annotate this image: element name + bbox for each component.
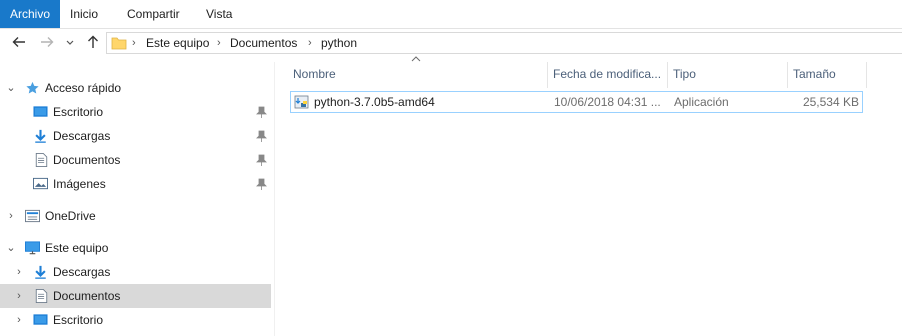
tab-inicio[interactable]: Inicio: [70, 0, 98, 28]
sidebar-item-label: Imágenes: [53, 177, 106, 191]
chevron-down-icon[interactable]: ⌄: [6, 236, 16, 260]
arrow-right-icon: [41, 37, 54, 47]
breadcrumb-separator-icon: ›: [217, 37, 221, 49]
sidebar-item-label: OneDrive: [45, 209, 96, 223]
desktop-icon: [33, 314, 48, 325]
column-header-nombre[interactable]: Nombre: [288, 62, 548, 88]
computer-icon: [25, 241, 40, 255]
sidebar-item-imagenes[interactable]: Imágenes: [0, 172, 271, 196]
pin-icon: [256, 178, 267, 190]
sidebar-item-escritorio[interactable]: Escritorio: [0, 100, 271, 124]
breadcrumb-python[interactable]: python: [321, 33, 357, 55]
sidebar-item-documentos[interactable]: Documentos: [0, 148, 271, 172]
column-header-tipo[interactable]: Tipo: [668, 62, 788, 88]
documents-icon: [35, 153, 48, 167]
download-icon: [35, 129, 46, 143]
breadcrumb-documentos[interactable]: Documentos: [230, 33, 297, 55]
breadcrumb-este-equipo[interactable]: Este equipo: [146, 33, 209, 55]
chevron-right-icon[interactable]: ›: [14, 284, 24, 308]
breadcrumb-separator-icon: ›: [132, 37, 136, 49]
navigation-pane: ⌄ Acceso rápido Escritorio Descargas Doc…: [0, 62, 275, 336]
pin-icon: [256, 106, 267, 118]
sidebar-item-descargas[interactable]: › Descargas: [0, 260, 271, 284]
file-size: 25,534 KB: [802, 95, 859, 109]
address-bar[interactable]: › Este equipo › Documentos › python: [106, 32, 902, 54]
star-icon: [26, 81, 39, 94]
column-header-tamano[interactable]: Tamaño: [788, 62, 867, 88]
back-button[interactable]: [10, 34, 28, 52]
sidebar-item-escritorio[interactable]: › Escritorio: [0, 308, 271, 332]
installer-icon: [294, 95, 309, 109]
desktop-icon: [33, 106, 48, 117]
sidebar-item-descargas[interactable]: Descargas: [0, 124, 271, 148]
sidebar-item-onedrive[interactable]: › OneDrive: [0, 204, 271, 228]
file-date: 10/06/2018 04:31 ...: [554, 95, 661, 109]
up-button[interactable]: [84, 34, 102, 52]
forward-button[interactable]: [38, 34, 56, 52]
onedrive-icon: [25, 209, 40, 223]
documents-icon: [35, 289, 48, 303]
file-name: python-3.7.0b5-amd64: [314, 95, 435, 109]
pin-icon: [256, 154, 267, 166]
sidebar-item-label: Documentos: [53, 153, 121, 167]
chevron-right-icon[interactable]: ›: [14, 260, 24, 284]
sidebar-item-acceso-rapido[interactable]: ⌄ Acceso rápido: [0, 76, 271, 100]
folder-icon: [111, 37, 127, 50]
tab-compartir[interactable]: Compartir: [127, 0, 180, 28]
ribbon-tabs: Archivo Inicio Compartir Vista: [0, 0, 902, 29]
chevron-right-icon[interactable]: ›: [6, 204, 16, 228]
sidebar-item-label: Descargas: [53, 129, 111, 143]
sidebar-item-label: Descargas: [53, 265, 111, 279]
file-type: Aplicación: [674, 95, 729, 109]
sidebar-item-label: Escritorio: [53, 313, 104, 327]
download-icon: [35, 265, 46, 279]
tab-archivo[interactable]: Archivo: [0, 0, 61, 28]
chevron-down-icon: [66, 40, 74, 45]
sidebar-item-label: Este equipo: [45, 241, 109, 255]
sidebar-item-este-equipo[interactable]: ⌄ Este equipo: [0, 236, 271, 260]
arrow-left-icon: [12, 37, 25, 47]
pin-icon: [256, 130, 267, 142]
file-row[interactable]: python-3.7.0b5-amd64 10/06/2018 04:31 ..…: [290, 91, 863, 113]
sidebar-item-label: Escritorio: [53, 105, 104, 119]
sidebar-item-label: Acceso rápido: [45, 81, 122, 95]
tab-vista[interactable]: Vista: [206, 0, 232, 28]
chevron-right-icon[interactable]: ›: [14, 308, 24, 332]
sidebar-item-documentos[interactable]: › Documentos: [0, 284, 271, 308]
recent-locations-button[interactable]: [64, 34, 76, 52]
breadcrumb-separator-icon: ›: [308, 37, 312, 49]
column-header-fecha[interactable]: Fecha de modifica...: [548, 62, 668, 88]
sidebar-item-label: Documentos: [53, 289, 121, 303]
arrow-up-icon: [88, 35, 98, 48]
pictures-icon: [33, 177, 48, 190]
chevron-down-icon[interactable]: ⌄: [6, 76, 16, 100]
